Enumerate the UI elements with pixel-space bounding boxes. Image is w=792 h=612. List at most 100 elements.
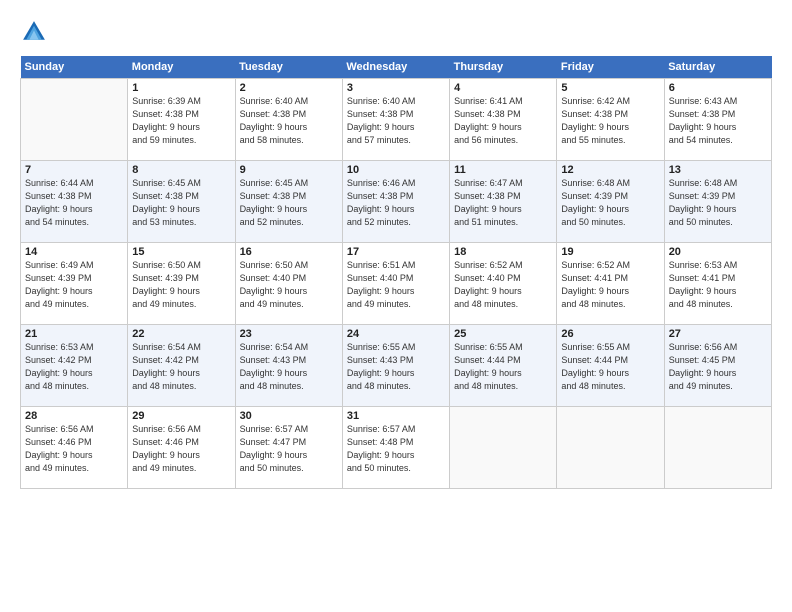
day-number: 24 xyxy=(347,328,445,340)
day-info: Sunrise: 6:54 AM Sunset: 4:42 PM Dayligh… xyxy=(132,341,230,393)
day-number: 1 xyxy=(132,82,230,94)
day-number: 7 xyxy=(25,164,123,176)
day-number: 22 xyxy=(132,328,230,340)
day-number: 20 xyxy=(669,246,767,258)
day-header-wednesday: Wednesday xyxy=(342,56,449,79)
day-number: 15 xyxy=(132,246,230,258)
day-cell: 29Sunrise: 6:56 AM Sunset: 4:46 PM Dayli… xyxy=(128,407,235,489)
day-number: 4 xyxy=(454,82,552,94)
day-number: 31 xyxy=(347,410,445,422)
logo xyxy=(20,18,52,46)
day-cell xyxy=(664,407,771,489)
day-cell: 4Sunrise: 6:41 AM Sunset: 4:38 PM Daylig… xyxy=(450,79,557,161)
day-info: Sunrise: 6:48 AM Sunset: 4:39 PM Dayligh… xyxy=(669,177,767,229)
day-info: Sunrise: 6:55 AM Sunset: 4:43 PM Dayligh… xyxy=(347,341,445,393)
day-info: Sunrise: 6:40 AM Sunset: 4:38 PM Dayligh… xyxy=(240,95,338,147)
day-cell: 12Sunrise: 6:48 AM Sunset: 4:39 PM Dayli… xyxy=(557,161,664,243)
day-number: 30 xyxy=(240,410,338,422)
day-info: Sunrise: 6:45 AM Sunset: 4:38 PM Dayligh… xyxy=(240,177,338,229)
day-cell: 21Sunrise: 6:53 AM Sunset: 4:42 PM Dayli… xyxy=(21,325,128,407)
day-cell: 11Sunrise: 6:47 AM Sunset: 4:38 PM Dayli… xyxy=(450,161,557,243)
day-cell: 9Sunrise: 6:45 AM Sunset: 4:38 PM Daylig… xyxy=(235,161,342,243)
day-cell: 14Sunrise: 6:49 AM Sunset: 4:39 PM Dayli… xyxy=(21,243,128,325)
day-info: Sunrise: 6:46 AM Sunset: 4:38 PM Dayligh… xyxy=(347,177,445,229)
day-number: 25 xyxy=(454,328,552,340)
day-header-saturday: Saturday xyxy=(664,56,771,79)
day-info: Sunrise: 6:50 AM Sunset: 4:40 PM Dayligh… xyxy=(240,259,338,311)
day-info: Sunrise: 6:42 AM Sunset: 4:38 PM Dayligh… xyxy=(561,95,659,147)
page: SundayMondayTuesdayWednesdayThursdayFrid… xyxy=(0,0,792,612)
week-row-1: 1Sunrise: 6:39 AM Sunset: 4:38 PM Daylig… xyxy=(21,79,772,161)
day-number: 21 xyxy=(25,328,123,340)
day-cell xyxy=(557,407,664,489)
day-header-monday: Monday xyxy=(128,56,235,79)
day-cell: 31Sunrise: 6:57 AM Sunset: 4:48 PM Dayli… xyxy=(342,407,449,489)
day-number: 13 xyxy=(669,164,767,176)
day-number: 29 xyxy=(132,410,230,422)
header xyxy=(20,18,772,46)
day-info: Sunrise: 6:54 AM Sunset: 4:43 PM Dayligh… xyxy=(240,341,338,393)
day-number: 6 xyxy=(669,82,767,94)
day-number: 19 xyxy=(561,246,659,258)
day-header-thursday: Thursday xyxy=(450,56,557,79)
logo-icon xyxy=(20,18,48,46)
day-info: Sunrise: 6:50 AM Sunset: 4:39 PM Dayligh… xyxy=(132,259,230,311)
day-cell: 13Sunrise: 6:48 AM Sunset: 4:39 PM Dayli… xyxy=(664,161,771,243)
day-number: 26 xyxy=(561,328,659,340)
day-info: Sunrise: 6:47 AM Sunset: 4:38 PM Dayligh… xyxy=(454,177,552,229)
week-row-3: 14Sunrise: 6:49 AM Sunset: 4:39 PM Dayli… xyxy=(21,243,772,325)
day-cell: 5Sunrise: 6:42 AM Sunset: 4:38 PM Daylig… xyxy=(557,79,664,161)
day-cell: 10Sunrise: 6:46 AM Sunset: 4:38 PM Dayli… xyxy=(342,161,449,243)
day-cell: 25Sunrise: 6:55 AM Sunset: 4:44 PM Dayli… xyxy=(450,325,557,407)
day-info: Sunrise: 6:44 AM Sunset: 4:38 PM Dayligh… xyxy=(25,177,123,229)
day-number: 5 xyxy=(561,82,659,94)
day-cell xyxy=(450,407,557,489)
day-number: 2 xyxy=(240,82,338,94)
day-info: Sunrise: 6:56 AM Sunset: 4:45 PM Dayligh… xyxy=(669,341,767,393)
day-info: Sunrise: 6:56 AM Sunset: 4:46 PM Dayligh… xyxy=(25,423,123,475)
day-info: Sunrise: 6:57 AM Sunset: 4:48 PM Dayligh… xyxy=(347,423,445,475)
calendar-table: SundayMondayTuesdayWednesdayThursdayFrid… xyxy=(20,56,772,489)
day-info: Sunrise: 6:52 AM Sunset: 4:41 PM Dayligh… xyxy=(561,259,659,311)
day-cell: 26Sunrise: 6:55 AM Sunset: 4:44 PM Dayli… xyxy=(557,325,664,407)
day-cell: 6Sunrise: 6:43 AM Sunset: 4:38 PM Daylig… xyxy=(664,79,771,161)
day-number: 27 xyxy=(669,328,767,340)
day-info: Sunrise: 6:55 AM Sunset: 4:44 PM Dayligh… xyxy=(561,341,659,393)
day-number: 9 xyxy=(240,164,338,176)
day-cell: 27Sunrise: 6:56 AM Sunset: 4:45 PM Dayli… xyxy=(664,325,771,407)
day-cell: 18Sunrise: 6:52 AM Sunset: 4:40 PM Dayli… xyxy=(450,243,557,325)
day-cell: 3Sunrise: 6:40 AM Sunset: 4:38 PM Daylig… xyxy=(342,79,449,161)
week-row-2: 7Sunrise: 6:44 AM Sunset: 4:38 PM Daylig… xyxy=(21,161,772,243)
day-info: Sunrise: 6:41 AM Sunset: 4:38 PM Dayligh… xyxy=(454,95,552,147)
day-cell: 2Sunrise: 6:40 AM Sunset: 4:38 PM Daylig… xyxy=(235,79,342,161)
day-cell: 17Sunrise: 6:51 AM Sunset: 4:40 PM Dayli… xyxy=(342,243,449,325)
day-number: 18 xyxy=(454,246,552,258)
day-header-sunday: Sunday xyxy=(21,56,128,79)
day-header-friday: Friday xyxy=(557,56,664,79)
day-info: Sunrise: 6:57 AM Sunset: 4:47 PM Dayligh… xyxy=(240,423,338,475)
day-number: 16 xyxy=(240,246,338,258)
day-info: Sunrise: 6:53 AM Sunset: 4:42 PM Dayligh… xyxy=(25,341,123,393)
day-number: 17 xyxy=(347,246,445,258)
day-info: Sunrise: 6:49 AM Sunset: 4:39 PM Dayligh… xyxy=(25,259,123,311)
day-number: 14 xyxy=(25,246,123,258)
day-info: Sunrise: 6:52 AM Sunset: 4:40 PM Dayligh… xyxy=(454,259,552,311)
week-row-4: 21Sunrise: 6:53 AM Sunset: 4:42 PM Dayli… xyxy=(21,325,772,407)
week-row-5: 28Sunrise: 6:56 AM Sunset: 4:46 PM Dayli… xyxy=(21,407,772,489)
day-cell: 24Sunrise: 6:55 AM Sunset: 4:43 PM Dayli… xyxy=(342,325,449,407)
day-cell: 28Sunrise: 6:56 AM Sunset: 4:46 PM Dayli… xyxy=(21,407,128,489)
day-cell: 20Sunrise: 6:53 AM Sunset: 4:41 PM Dayli… xyxy=(664,243,771,325)
day-cell: 15Sunrise: 6:50 AM Sunset: 4:39 PM Dayli… xyxy=(128,243,235,325)
day-number: 11 xyxy=(454,164,552,176)
day-cell: 23Sunrise: 6:54 AM Sunset: 4:43 PM Dayli… xyxy=(235,325,342,407)
day-cell: 19Sunrise: 6:52 AM Sunset: 4:41 PM Dayli… xyxy=(557,243,664,325)
day-info: Sunrise: 6:40 AM Sunset: 4:38 PM Dayligh… xyxy=(347,95,445,147)
day-header-tuesday: Tuesday xyxy=(235,56,342,79)
day-cell: 1Sunrise: 6:39 AM Sunset: 4:38 PM Daylig… xyxy=(128,79,235,161)
day-info: Sunrise: 6:56 AM Sunset: 4:46 PM Dayligh… xyxy=(132,423,230,475)
day-cell: 8Sunrise: 6:45 AM Sunset: 4:38 PM Daylig… xyxy=(128,161,235,243)
day-info: Sunrise: 6:39 AM Sunset: 4:38 PM Dayligh… xyxy=(132,95,230,147)
day-number: 10 xyxy=(347,164,445,176)
day-info: Sunrise: 6:48 AM Sunset: 4:39 PM Dayligh… xyxy=(561,177,659,229)
day-cell: 7Sunrise: 6:44 AM Sunset: 4:38 PM Daylig… xyxy=(21,161,128,243)
